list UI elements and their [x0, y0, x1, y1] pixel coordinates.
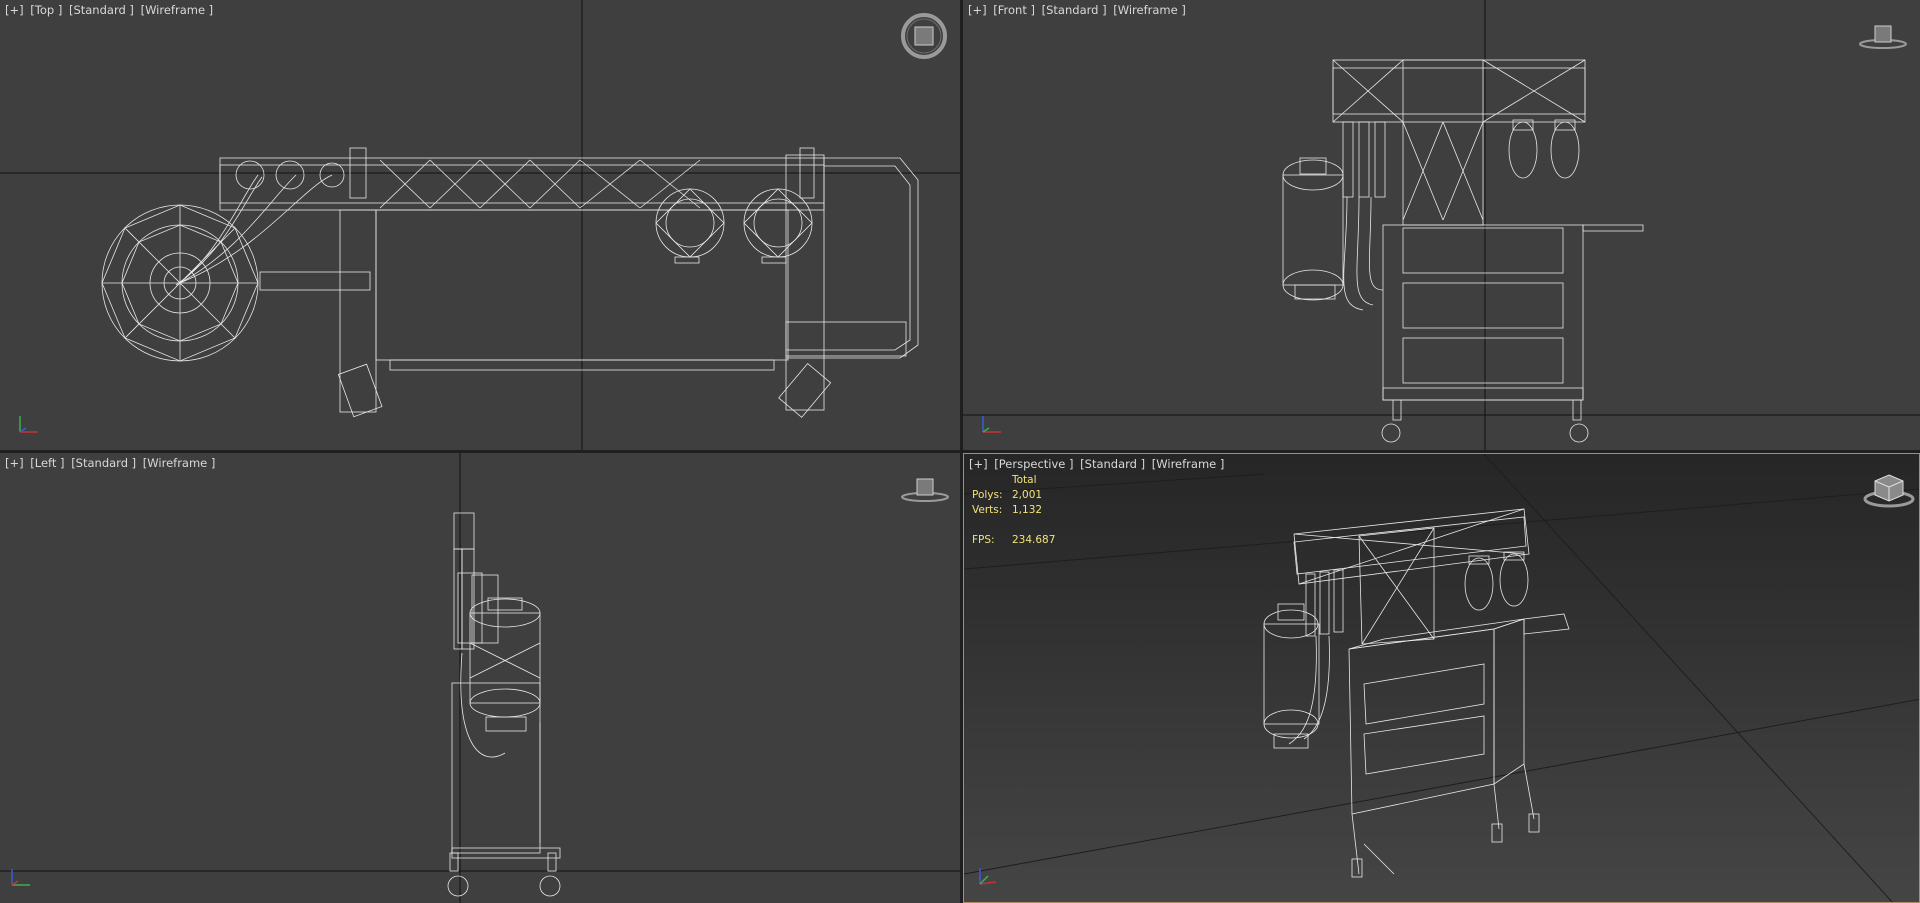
- axis-gizmo-icon: [19, 416, 38, 433]
- viewport-menu-button[interactable]: [+]: [5, 3, 24, 17]
- verts-label: Verts:: [972, 504, 1003, 516]
- stats-fps-row: FPS: 234.687: [972, 533, 1055, 548]
- shading-menu[interactable]: [Standard ]: [1080, 457, 1145, 471]
- stats-header: Total: [1012, 474, 1037, 486]
- view-name-menu[interactable]: [Perspective ]: [994, 457, 1073, 471]
- display-mode-menu[interactable]: [Wireframe ]: [141, 3, 214, 17]
- view-name-menu[interactable]: [Top ]: [30, 3, 62, 17]
- display-mode-menu[interactable]: [Wireframe ]: [1152, 457, 1225, 471]
- viewport-left-label[interactable]: [+] [Left ] [Standard ] [Wireframe ]: [5, 456, 218, 470]
- axis-gizmo-icon: [979, 868, 997, 885]
- front-machine-wireframe: [1282, 59, 1644, 443]
- display-mode-menu[interactable]: [Wireframe ]: [143, 456, 216, 470]
- fps-label: FPS:: [972, 534, 995, 546]
- viewcube-icon[interactable]: [900, 12, 948, 60]
- shading-menu[interactable]: [Standard ]: [1042, 3, 1107, 17]
- axis-gizmo-icon: [982, 416, 1001, 433]
- shading-menu[interactable]: [Standard ]: [69, 3, 134, 17]
- viewport-front[interactable]: [+] [Front ] [Standard ] [Wireframe ]: [963, 0, 1920, 450]
- viewport-perspective-label[interactable]: [+] [Perspective ] [Standard ] [Wirefram…: [969, 457, 1227, 471]
- perspective-wireframe-scene: [964, 454, 1919, 902]
- stats-verts-row: Verts: 1,132: [972, 503, 1055, 518]
- view-name-menu[interactable]: [Front ]: [993, 3, 1035, 17]
- left-wireframe-scene: [0, 453, 960, 903]
- display-mode-menu[interactable]: [Wireframe ]: [1113, 3, 1186, 17]
- left-machine-wireframe: [447, 512, 561, 897]
- viewport-menu-button[interactable]: [+]: [968, 3, 987, 17]
- viewcube-icon[interactable]: [900, 473, 950, 505]
- front-wireframe-scene: [963, 0, 1920, 450]
- viewcube-icon[interactable]: [1858, 20, 1908, 52]
- viewcube-icon[interactable]: [1862, 469, 1916, 509]
- viewport-top-label[interactable]: [+] [Top ] [Standard ] [Wireframe ]: [5, 3, 216, 17]
- perspective-machine-wireframe: [1263, 508, 1570, 878]
- polys-label: Polys:: [972, 489, 1003, 501]
- viewport-menu-button[interactable]: [+]: [969, 457, 988, 471]
- view-name-menu[interactable]: [Left ]: [30, 456, 64, 470]
- shading-menu[interactable]: [Standard ]: [71, 456, 136, 470]
- axis-gizmo-icon: [11, 869, 30, 886]
- viewport-top[interactable]: [+] [Top ] [Standard ] [Wireframe ]: [0, 0, 960, 450]
- fps-value: 234.687: [1012, 534, 1056, 546]
- verts-value: 1,132: [1012, 504, 1043, 516]
- top-wireframe-scene: [0, 0, 960, 450]
- viewport-left[interactable]: [+] [Left ] [Standard ] [Wireframe ]: [0, 453, 960, 903]
- viewport-perspective[interactable]: [+] [Perspective ] [Standard ] [Wirefram…: [963, 453, 1920, 903]
- viewport-front-label[interactable]: [+] [Front ] [Standard ] [Wireframe ]: [968, 3, 1189, 17]
- viewport-menu-button[interactable]: [+]: [5, 456, 24, 470]
- stats-polys-row: Polys: 2,001: [972, 488, 1055, 503]
- top-machine-wireframe: [101, 147, 919, 418]
- statistics-overlay: Total Polys: 2,001 Verts: 1,132 FPS: 234…: [972, 473, 1055, 548]
- polys-value: 2,001: [1012, 489, 1043, 501]
